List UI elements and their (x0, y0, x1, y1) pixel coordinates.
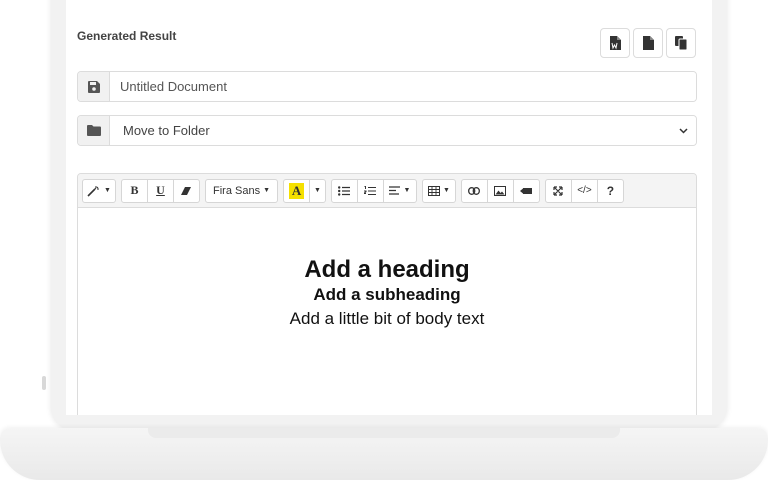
caret-icon: ▼ (403, 187, 411, 194)
copy-button[interactable] (666, 28, 696, 58)
numbered-list-icon (364, 185, 377, 195)
laptop-side-button (42, 376, 46, 390)
font-family-label: Fira Sans (213, 184, 261, 197)
folder-select-row: Move to Folder (77, 115, 697, 146)
caret-icon: ▼ (314, 187, 321, 194)
style-button[interactable]: ▼ (82, 178, 116, 203)
image-icon (494, 185, 507, 196)
highlight-a-icon: A (288, 182, 305, 199)
file-icon (643, 36, 654, 50)
chevron-down-icon (679, 127, 688, 134)
rich-text-editor: ▼ B U Fira Sans ▼ A ▼ ▼ ▼ </> ? Add a he… (77, 173, 697, 415)
link-button[interactable] (460, 178, 488, 203)
help-button[interactable]: ? (596, 178, 624, 203)
content-heading: Add a heading (304, 256, 470, 283)
table-button[interactable]: ▼ (421, 178, 456, 203)
fullscreen-icon (553, 185, 564, 196)
editor-toolbar: ▼ B U Fira Sans ▼ A ▼ ▼ ▼ </> ? (78, 174, 696, 208)
screen: Generated Result Untitled Document Move … (66, 0, 712, 415)
code-view-button[interactable]: </> (570, 178, 598, 203)
document-title-row (77, 71, 697, 102)
bold-button[interactable]: B (121, 178, 148, 203)
copy-icon (674, 36, 687, 50)
save-icon (87, 80, 100, 93)
word-file-icon (610, 36, 621, 50)
folder-icon (86, 125, 101, 136)
magic-wand-icon (87, 185, 100, 197)
result-actions (600, 28, 696, 58)
clear-format-button[interactable] (173, 178, 200, 203)
caret-icon: ▼ (263, 187, 271, 194)
table-icon (427, 185, 440, 196)
bullet-list-icon (338, 185, 351, 196)
font-family-button[interactable]: Fira Sans ▼ (205, 178, 279, 203)
eraser-icon (181, 186, 191, 195)
folder-addon (78, 116, 110, 145)
underline-button[interactable]: U (147, 178, 174, 203)
laptop-notch (148, 428, 620, 438)
align-left-icon (389, 186, 401, 195)
bullet-list-button[interactable] (330, 178, 358, 203)
caret-icon: ▼ (104, 187, 111, 194)
align-button[interactable]: ▼ (382, 178, 417, 203)
video-icon (520, 187, 533, 194)
document-addon (78, 72, 110, 101)
fullscreen-button[interactable] (544, 178, 572, 203)
image-button[interactable] (486, 178, 514, 203)
download-word-button[interactable] (600, 28, 630, 58)
color-dropdown-button[interactable]: ▼ (309, 178, 326, 203)
numbered-list-button[interactable] (356, 178, 384, 203)
video-button[interactable] (512, 178, 540, 203)
download-file-button[interactable] (633, 28, 663, 58)
result-title: Generated Result (77, 29, 177, 43)
link-icon (468, 186, 481, 195)
content-body: Add a little bit of body text (289, 309, 485, 328)
document-title-input[interactable] (110, 72, 696, 101)
folder-select[interactable]: Move to Folder (110, 116, 696, 145)
editor-content[interactable]: Add a heading Add a subheading Add a lit… (78, 208, 696, 332)
content-subheading: Add a subheading (313, 285, 461, 304)
folder-select-value: Move to Folder (123, 123, 210, 138)
highlight-color-button[interactable]: A (283, 178, 311, 203)
caret-icon: ▼ (442, 187, 450, 194)
